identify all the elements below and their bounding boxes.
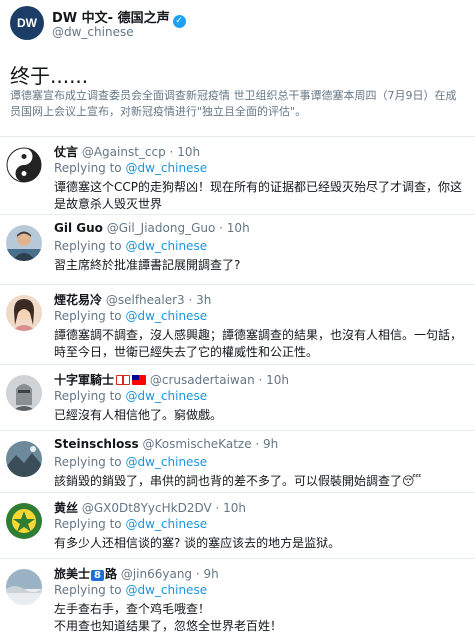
replying-to: Replying to @dw_chinese: [54, 309, 208, 323]
reply-author[interactable]: Steinschloss: [54, 437, 139, 451]
dw-logo-avatar[interactable]: DW: [10, 6, 44, 40]
reply-author[interactable]: 煙花易冷: [54, 293, 102, 307]
reply-item[interactable]: 仗言 @Against_ccp · 10h Replying to @dw_ch…: [0, 136, 475, 215]
replying-to: Replying to @dw_chinese: [54, 583, 208, 597]
replying-to: Replying to @dw_chinese: [54, 239, 208, 253]
reply-time[interactable]: 9h: [263, 437, 278, 451]
reply-meta: 黄丝 @GX0Dt8YycHkD2DV · 10h: [54, 501, 247, 515]
reply-text-line: 左手查右手，查个鸡毛哦查！: [54, 602, 211, 616]
reply-text: 已經沒有人相信他了。窮做戲。: [54, 408, 223, 422]
reply-item[interactable]: Gil Guo @Gil_Jiadong_Guo · 10h Replying …: [0, 214, 475, 285]
reply-text: 習主席終於批准譚書記展開調查了?: [54, 258, 241, 272]
reply-author[interactable]: 旅美士 8 路: [54, 567, 117, 581]
reply-time[interactable]: 10h: [177, 145, 200, 159]
replying-to: Replying to @dw_chinese: [54, 161, 208, 175]
reply-handle[interactable]: @Against_ccp: [82, 145, 166, 159]
reply-meta: Steinschloss @KosmischeKatze · 9h: [54, 437, 279, 451]
reply-item[interactable]: 十字軍騎士 @crusadertaiwan · 10h Replying to …: [0, 364, 475, 431]
reply-item[interactable]: 煙花易冷 @selfhealer3 · 3h Replying to @dw_c…: [0, 284, 475, 365]
reply-handle[interactable]: @selfhealer3: [106, 293, 185, 307]
reply-text: 譚德塞調不調查，沒人感興趣；譚德塞調查的結果，也沒有人相信。一句話，時至今日，世…: [54, 328, 463, 359]
replying-to: Replying to @dw_chinese: [54, 517, 208, 531]
reply-time[interactable]: 9h: [204, 567, 219, 581]
reply-item[interactable]: 旅美士 8 路 @jin66yang · 9h Replying to @dw_ch…: [0, 558, 475, 641]
account-handle[interactable]: @dw_chinese: [52, 25, 134, 39]
reply-meta: 仗言 @Against_ccp · 10h: [54, 145, 201, 159]
user-photo-avatar[interactable]: [6, 569, 42, 605]
mention-link[interactable]: @dw_chinese: [125, 517, 207, 531]
reply-handle[interactable]: @crusadertaiwan: [150, 373, 255, 387]
reply-time[interactable]: 10h: [223, 501, 246, 515]
reply-item[interactable]: 黄丝 @GX0Dt8YycHkD2DV · 10h Replying to @d…: [0, 492, 475, 559]
mention-link[interactable]: @dw_chinese: [125, 309, 207, 323]
tweet-summary[interactable]: 谭德塞宣布成立调查委员会全面调查新冠疫情 世卫组织总干事谭德塞本周四（7月9日）…: [10, 88, 465, 120]
reply-text: 該銷毀的銷毀了，串供的詞也背的差不多了。可以假裝開始調查了😴: [54, 474, 422, 488]
reply-meta: Gil Guo @Gil_Jiadong_Guo · 10h: [54, 221, 250, 235]
reply-time[interactable]: 10h: [227, 221, 250, 235]
mention-link[interactable]: @dw_chinese: [125, 161, 207, 175]
reply-author[interactable]: Gil Guo: [54, 221, 103, 235]
reply-text: 谭德塞这个CCP的走狗帮凶！现在所有的证据都已经毁灭殆尽了才调查，你这是故意杀人…: [54, 180, 462, 211]
reply-handle[interactable]: @jin66yang: [121, 567, 192, 581]
flag-icon: [132, 375, 147, 385]
flag-icon: [116, 375, 131, 385]
replying-to: Replying to @dw_chinese: [54, 455, 208, 469]
logo-text: DW: [17, 16, 37, 30]
reply-handle[interactable]: @GX0Dt8YycHkD2DV: [82, 501, 212, 515]
mention-link[interactable]: @dw_chinese: [125, 455, 207, 469]
reply-text-line: 不用查也知道结果了，忽悠全世界老百姓！: [54, 619, 283, 633]
verified-icon: ✓: [172, 15, 186, 28]
mention-link[interactable]: @dw_chinese: [125, 583, 207, 597]
reply-meta: 旅美士 8 路 @jin66yang · 9h: [54, 567, 219, 581]
reply-handle[interactable]: @Gil_Jiadong_Guo: [107, 221, 216, 235]
reply-author[interactable]: 仗言: [54, 145, 78, 159]
reply-meta: 十字軍騎士 @crusadertaiwan · 10h: [54, 373, 290, 387]
number-badge: 8: [91, 570, 104, 581]
mention-link[interactable]: @dw_chinese: [125, 239, 207, 253]
user-photo-avatar[interactable]: [6, 225, 42, 261]
user-photo-avatar[interactable]: [6, 503, 42, 539]
reply-time[interactable]: 3h: [196, 293, 211, 307]
reply-text: 左手查右手，查个鸡毛哦查！ 不用查也知道结果了，忽悠全世界老百姓！: [54, 601, 466, 635]
tweet-header: DW DW 中文- 德国之声 ✓ @dw_chinese: [0, 0, 475, 48]
reply-text: 有多少人还相信谈的塞? 谈的塞应该去的地方是监狱。: [54, 536, 341, 550]
user-photo-avatar[interactable]: [6, 441, 42, 477]
reply-time[interactable]: 10h: [266, 373, 289, 387]
mention-link[interactable]: @dw_chinese: [125, 389, 207, 403]
tweet-title: 终于......: [10, 64, 89, 88]
replying-to: Replying to @dw_chinese: [54, 389, 208, 403]
reply-item[interactable]: Steinschloss @KosmischeKatze · 9h Replyi…: [0, 430, 475, 493]
yin-yang-avatar[interactable]: [6, 147, 42, 183]
reply-author[interactable]: 十字軍騎士: [54, 373, 114, 387]
reply-author[interactable]: 黄丝: [54, 501, 78, 515]
reply-meta: 煙花易冷 @selfhealer3 · 3h: [54, 293, 212, 307]
user-photo-avatar[interactable]: [6, 375, 42, 411]
reply-handle[interactable]: @KosmischeKatze: [142, 437, 251, 451]
user-photo-avatar[interactable]: [6, 295, 42, 331]
